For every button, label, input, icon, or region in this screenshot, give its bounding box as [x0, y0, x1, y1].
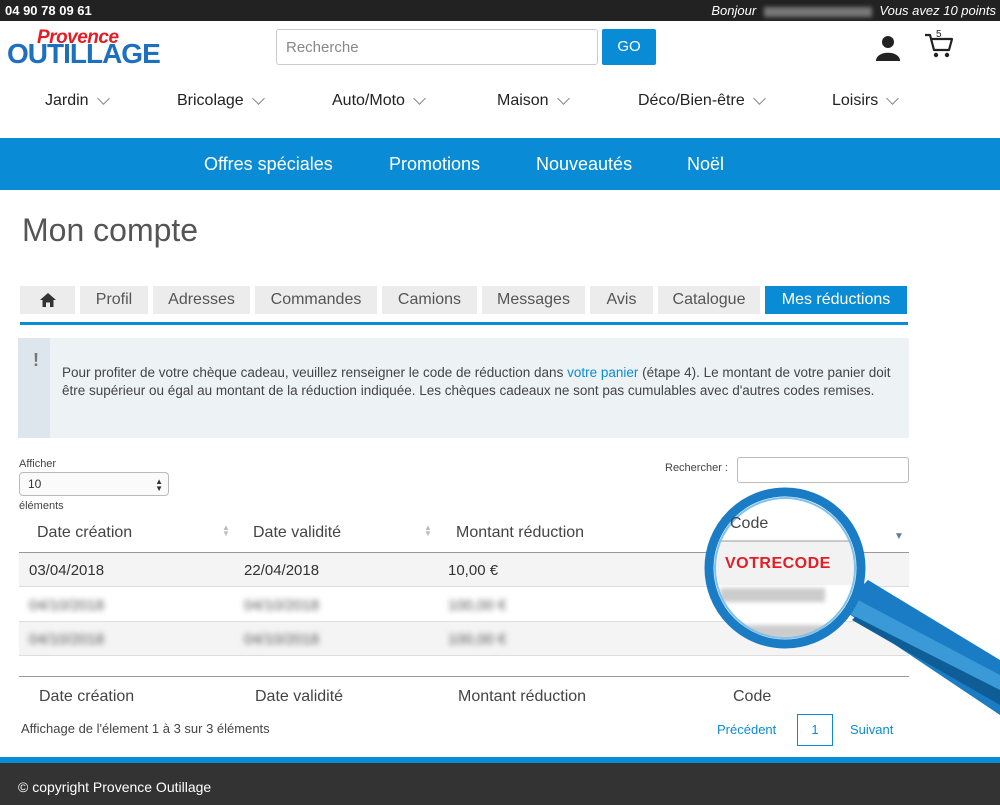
column-header-date-creation[interactable]: Date création	[37, 524, 132, 542]
user-icon[interactable]	[876, 35, 900, 61]
nav-item-auto-moto[interactable]: Auto/Moto	[332, 92, 426, 110]
tab-messages[interactable]: Messages	[482, 286, 585, 314]
chevron-down-icon	[886, 92, 900, 105]
nav-item-label: Bricolage	[177, 92, 244, 109]
tab-catalogue[interactable]: Catalogue	[658, 286, 760, 314]
cell-montant: 100,00 €	[448, 597, 507, 614]
cell-date-creation: 03/04/2018	[29, 562, 105, 579]
site-footer: © copyright Provence Outillage	[0, 763, 1000, 805]
promo-nav: Offres spéciales Promotions Nouveautés N…	[0, 138, 1000, 190]
nav-item-label: Déco/Bien-être	[638, 92, 745, 109]
magnified-code-header: Code	[730, 515, 769, 532]
page-size-value: 10	[28, 477, 42, 491]
cell-date-creation: 04/10/2018	[29, 597, 105, 614]
copyright-text: © copyright Provence Outillage	[18, 779, 212, 795]
page-size-select[interactable]: 10 ▲ ▼	[19, 472, 169, 496]
elements-label: éléments	[19, 500, 64, 512]
nav-item-label: Auto/Moto	[332, 92, 405, 109]
username-redacted	[763, 6, 872, 17]
tab-profil[interactable]: Profil	[80, 286, 148, 314]
main-nav: Jardin Bricolage Auto/Moto Maison Déco/B…	[0, 77, 1000, 125]
sort-desc-icon[interactable]: ▼	[894, 531, 904, 542]
tab-mes-reductions[interactable]: Mes réductions	[765, 286, 907, 314]
points-text: Vous avez 10 points	[879, 3, 996, 18]
greeting-prefix: Bonjour	[711, 3, 757, 18]
chevron-down-icon	[752, 92, 766, 105]
footer-code: Code	[733, 688, 772, 705]
pagination-page-1[interactable]: 1	[797, 714, 833, 746]
phone-number[interactable]: 04 90 78 09 61	[5, 3, 92, 18]
cell-montant: 10,00 €	[448, 562, 499, 579]
sort-icon[interactable]: ▲ ▼	[424, 524, 432, 538]
chevron-down-icon	[96, 92, 110, 105]
chevron-down-icon	[556, 92, 570, 105]
table-search-label: Rechercher :	[665, 462, 728, 474]
info-alert: ! Pour profiter de votre chèque cadeau, …	[18, 338, 909, 438]
top-bar: 04 90 78 09 61 Bonjour Vous avez 10 poin…	[0, 0, 1000, 21]
nav-item-label: Maison	[497, 92, 549, 109]
magnified-code-value: VOTRECODE	[725, 555, 831, 572]
cart-link[interactable]: votre panier	[567, 365, 638, 380]
nav-item-maison[interactable]: Maison	[497, 92, 570, 110]
chevron-down-icon	[413, 92, 426, 105]
logo-bottom-text: OUTILLAGE	[7, 38, 161, 69]
greeting: Bonjour Vous avez 10 points	[711, 3, 996, 18]
alert-text-start: Pour profiter de votre chèque cadeau, ve…	[62, 365, 568, 380]
tab-adresses[interactable]: Adresses	[153, 286, 250, 314]
column-header-montant[interactable]: Montant réduction	[456, 524, 584, 542]
cell-date-creation: 04/10/2018	[29, 631, 105, 648]
footer-date-creation: Date création	[39, 688, 135, 705]
sort-icon[interactable]: ▲ ▼	[222, 524, 230, 538]
cell-montant: 100,00 €	[448, 631, 507, 648]
table-header: Date création ▲ ▼ Date validité ▲ ▼ Montan…	[19, 512, 909, 553]
nav-item-deco[interactable]: Déco/Bien-être	[638, 92, 766, 110]
promo-nav-noel[interactable]: Noël	[687, 154, 724, 175]
tab-camions[interactable]: Camions	[382, 286, 477, 314]
search-input[interactable]	[276, 29, 598, 65]
nav-item-bricolage[interactable]: Bricolage	[177, 92, 265, 110]
chevron-down-icon	[251, 92, 265, 105]
nav-item-loisirs[interactable]: Loisirs	[832, 92, 900, 110]
table-row: 04/10/2018 04/10/2018 100,00 €	[19, 588, 909, 622]
cell-date-validite: 22/04/2018	[244, 562, 320, 579]
alert-text: Pour profiter de votre chèque cadeau, ve…	[62, 364, 897, 399]
footer-montant: Montant réduction	[458, 688, 587, 705]
promo-nav-nouveautes[interactable]: Nouveautés	[536, 154, 632, 175]
promo-nav-promotions[interactable]: Promotions	[389, 154, 480, 175]
pagination-prev[interactable]: Précédent	[717, 722, 776, 737]
tab-commandes[interactable]: Commandes	[255, 286, 377, 314]
nav-item-label: Jardin	[45, 92, 89, 109]
account-tabs: Profil Adresses Commandes Camions Messag…	[20, 286, 908, 325]
nav-item-label: Loisirs	[832, 92, 879, 109]
cell-date-validite: 04/10/2018	[244, 631, 320, 648]
search-go-button[interactable]: GO	[602, 29, 656, 65]
home-icon	[39, 293, 56, 307]
table-info: Affichage de l'élement 1 à 3 sur 3 éléme…	[21, 721, 270, 736]
pagination-next[interactable]: Suivant	[850, 722, 893, 737]
page-title: Mon compte	[22, 212, 199, 248]
cell-date-validite: 04/10/2018	[244, 597, 320, 614]
cart-count-badge: 5	[936, 29, 942, 40]
table-search-input[interactable]	[737, 457, 909, 483]
tab-home[interactable]	[20, 286, 75, 314]
afficher-label: Afficher	[19, 458, 57, 470]
column-header-date-validite[interactable]: Date validité	[253, 524, 341, 542]
promo-nav-offres[interactable]: Offres spéciales	[204, 154, 333, 175]
exclamation-icon: !	[33, 350, 39, 370]
tab-avis[interactable]: Avis	[590, 286, 653, 314]
nav-item-jardin[interactable]: Jardin	[45, 92, 110, 110]
footer-date-validite: Date validité	[255, 688, 344, 705]
table-footer: Date création Date validité Montant rédu…	[19, 676, 909, 714]
select-arrows-icon: ▲ ▼	[155, 477, 163, 493]
table-row: 04/10/2018 04/10/2018 100,00 €	[19, 622, 909, 656]
site-header: Provence OUTILLAGE GO 5	[0, 21, 1000, 77]
site-logo[interactable]: Provence OUTILLAGE	[7, 27, 161, 69]
